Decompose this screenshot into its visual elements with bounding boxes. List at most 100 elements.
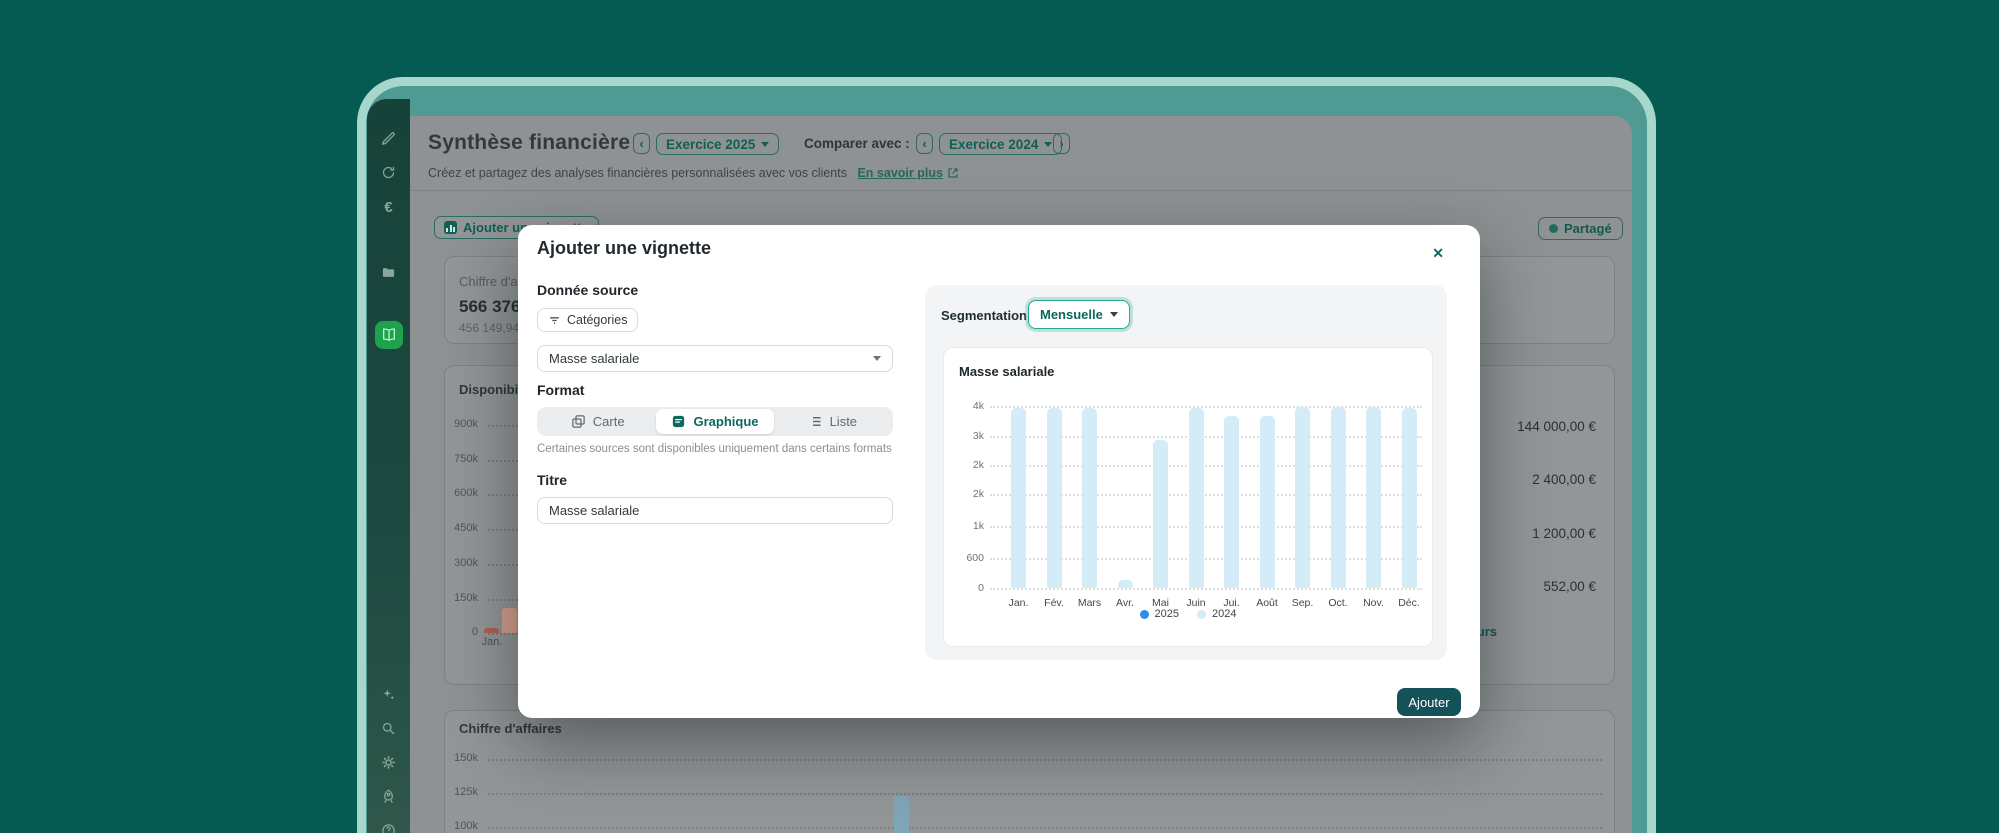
chevron-down-icon: [873, 356, 881, 361]
chart-legend: 2025 2024: [944, 608, 1432, 620]
chart-title: Masse salariale: [959, 364, 1054, 379]
chevron-left-icon: ‹: [639, 136, 643, 151]
legend-dot-2024: [1197, 610, 1206, 619]
segmentation-label: Segmentation: [941, 308, 1027, 323]
bg-y-tick-label: 600k: [445, 487, 478, 499]
sidebar-item-edit[interactable]: [367, 131, 410, 146]
gear-icon: [381, 755, 396, 770]
format-option-carte[interactable]: Carte: [539, 409, 656, 434]
bar-2024: [1118, 580, 1133, 588]
list-icon: [808, 414, 823, 429]
shared-status-badge: Partagé: [1538, 217, 1623, 240]
shared-label: Partagé: [1564, 221, 1612, 236]
segmentation-dropdown[interactable]: Mensuelle: [1028, 300, 1130, 329]
exercise-2025-dropdown[interactable]: Exercice 2025: [656, 133, 779, 155]
liste-label: Liste: [830, 414, 857, 429]
carte-label: Carte: [593, 414, 625, 429]
format-option-graphique[interactable]: Graphique: [656, 409, 773, 434]
search-icon: [381, 721, 396, 736]
bg-gridline: [488, 827, 1602, 829]
question-icon: [381, 823, 396, 833]
data-source-label: Donnée source: [537, 282, 638, 298]
submit-add-button[interactable]: Ajouter: [1397, 688, 1461, 716]
book-icon: [381, 327, 397, 343]
learn-more-label: En savoir plus: [857, 166, 942, 180]
sidebar-item-settings[interactable]: [367, 755, 410, 770]
format-segmented-control: Carte Graphique Liste: [537, 407, 893, 436]
filter-icon: [548, 314, 561, 327]
availability-x-label: Jan.: [475, 636, 509, 648]
learn-more-link[interactable]: En savoir plus: [857, 166, 958, 180]
page-title: Synthèse financière: [428, 131, 630, 155]
segmentation-value: Mensuelle: [1040, 307, 1103, 322]
sidebar-item-ai[interactable]: [367, 687, 410, 702]
chevron-right-icon: ›: [1059, 136, 1063, 151]
gridline: [990, 588, 1422, 590]
close-icon[interactable]: ✕: [1432, 245, 1444, 262]
legend-item-2025: 2025: [1140, 608, 1179, 620]
legend-label-2024: 2024: [1212, 608, 1236, 620]
card-icon: [571, 414, 586, 429]
chart-icon: [671, 414, 686, 429]
exercise-2024-label: Exercice 2024: [949, 137, 1038, 152]
availability-bar-1: [484, 628, 499, 633]
bg-y-tick-label: 450k: [445, 522, 478, 534]
bar-2024: [1153, 440, 1168, 588]
legend-label-2025: 2025: [1155, 608, 1179, 620]
categories-label: Catégories: [567, 313, 627, 327]
sidebar-item-search[interactable]: [367, 721, 410, 736]
sidebar-item-sync[interactable]: [367, 165, 410, 180]
titre-label: Titre: [537, 472, 567, 488]
tile-chart-icon: [444, 221, 457, 234]
legend-item-2024: 2024: [1197, 608, 1236, 620]
page-subtitle: Créez et partagez des analyses financièr…: [428, 166, 959, 180]
bottom-revenue-card: Chiffre d'affaires 150k 125k 100k: [444, 710, 1615, 833]
sidebar-item-launch[interactable]: [367, 789, 410, 804]
bg-y-tick-label: 750k: [445, 453, 478, 465]
availability-bar-2: [502, 608, 517, 633]
bg-y-tick-label: 150k: [445, 592, 478, 604]
exercise-prev-button[interactable]: ‹: [633, 133, 650, 154]
sidebar: €: [367, 99, 410, 833]
chevron-down-icon: [1044, 142, 1052, 147]
chevron-down-icon: [1110, 312, 1118, 317]
bg-y-tick-label: 100k: [445, 820, 478, 832]
bar-2024: [1366, 407, 1381, 588]
bar-2024: [1402, 408, 1417, 588]
chevron-down-icon: [761, 142, 769, 147]
bg-y-tick-label: 900k: [445, 418, 478, 430]
sidebar-item-help[interactable]: [367, 823, 410, 833]
preview-panel: Segmentation Mensuelle Masse salariale 2…: [925, 285, 1447, 660]
bg-y-tick-label: 0: [445, 626, 478, 638]
categories-filter-button[interactable]: Catégories: [537, 308, 638, 332]
compare-prev-button[interactable]: ‹: [916, 133, 933, 154]
sync-icon: [381, 165, 396, 180]
bg-y-tick-label: 125k: [445, 786, 478, 798]
sidebar-item-folder[interactable]: [367, 265, 410, 280]
exercise-2024-dropdown[interactable]: Exercice 2024: [939, 133, 1062, 155]
format-hint: Certaines sources sont disponibles uniqu…: [537, 443, 892, 455]
sidebar-item-reports-active[interactable]: [375, 321, 403, 349]
y-tick-label: 2k: [944, 459, 984, 471]
y-tick-label: 2k: [944, 488, 984, 500]
title-input[interactable]: [537, 497, 893, 524]
compare-next-button[interactable]: ›: [1053, 133, 1070, 154]
bar-2024: [1011, 408, 1026, 588]
bar-2024: [1047, 408, 1062, 588]
y-tick-label: 3k: [944, 430, 984, 442]
pencil-icon: [381, 131, 396, 146]
graphique-label: Graphique: [693, 414, 758, 429]
bg-gridline: [488, 759, 1602, 761]
bar-2024: [1224, 416, 1239, 588]
bar-2024: [1189, 408, 1204, 588]
folder-icon: [381, 265, 396, 280]
bg-gridline: [488, 793, 1602, 795]
euro-icon: €: [384, 199, 392, 216]
bar-2024: [1331, 407, 1346, 588]
bottom-card-title: Chiffre d'affaires: [459, 721, 562, 736]
source-select[interactable]: Masse salariale: [537, 345, 893, 372]
sidebar-item-euro[interactable]: €: [367, 199, 410, 216]
format-option-liste[interactable]: Liste: [774, 409, 891, 434]
bg-y-tick-label: 150k: [445, 752, 478, 764]
bar-2024: [1260, 416, 1275, 588]
